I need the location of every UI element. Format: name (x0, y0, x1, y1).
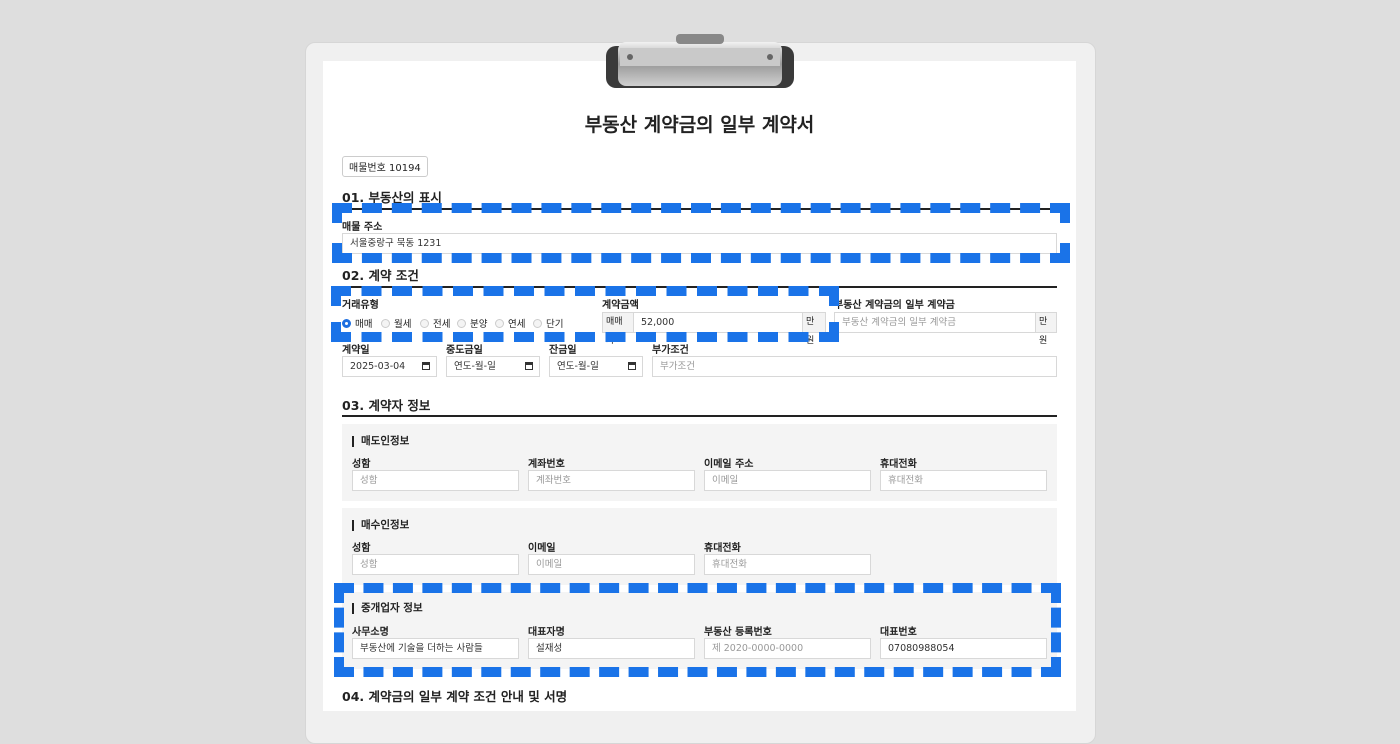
seller-account-label: 계좌번호 (528, 459, 565, 470)
clipboard-clip-icon (606, 34, 794, 88)
document-title: 부동산 계약금의 일부 계약서 (584, 114, 815, 136)
contract-date-input[interactable]: 2025-03-04 (342, 356, 437, 377)
seller-email-label: 이메일 주소 (704, 459, 754, 470)
partial-amount-input[interactable]: 부동산 계약금의 일부 계약금 (834, 312, 1036, 333)
highlight-address (332, 203, 1070, 263)
highlight-broker (334, 583, 1061, 677)
balance-date-label: 잔금일 (549, 345, 577, 356)
middle-date-label: 중도금일 (446, 345, 483, 356)
buyer-phone-input[interactable]: 휴대전화 (704, 554, 871, 575)
buyer-title: 매수인정보 (352, 520, 409, 531)
extra-conditions-input[interactable]: 부가조건 (652, 356, 1057, 377)
extra-conditions-label: 부가조건 (652, 345, 689, 356)
buyer-phone-label: 휴대전화 (704, 543, 741, 554)
seller-phone-label: 휴대전화 (880, 459, 917, 470)
partial-amount-unit: 만원 (1035, 312, 1057, 346)
section-title-signature: 04. 계약금의 일부 계약 조건 안내 및 서명 (342, 689, 568, 704)
buyer-name-input[interactable]: 성함 (352, 554, 519, 575)
calendar-icon[interactable] (422, 362, 430, 370)
seller-account-input[interactable]: 계좌번호 (528, 470, 695, 491)
middle-date-input[interactable]: 연도-월-일 (446, 356, 540, 377)
balance-date-input[interactable]: 연도-월-일 (549, 356, 643, 377)
section-title-parties: 03. 계약자 정보 (342, 398, 431, 413)
calendar-icon[interactable] (628, 362, 636, 370)
contract-date-label: 계약일 (342, 345, 370, 356)
highlight-deal-type (331, 286, 839, 342)
calendar-icon[interactable] (525, 362, 533, 370)
buyer-name-label: 성함 (352, 543, 371, 554)
seller-phone-input[interactable]: 휴대전화 (880, 470, 1047, 491)
listing-number-badge: 매물번호 10194 (342, 156, 428, 177)
seller-email-input[interactable]: 이메일 (704, 470, 871, 491)
section-divider (342, 415, 1057, 417)
section-title-terms: 02. 계약 조건 (342, 268, 419, 283)
buyer-email-label: 이메일 (528, 543, 556, 554)
buyer-email-input[interactable]: 이메일 (528, 554, 695, 575)
seller-name-input[interactable]: 성함 (352, 470, 519, 491)
seller-name-label: 성함 (352, 459, 371, 470)
seller-title: 매도인정보 (352, 436, 409, 447)
partial-amount-label: 부동산 계약금의 일부 계약금 (834, 300, 955, 311)
